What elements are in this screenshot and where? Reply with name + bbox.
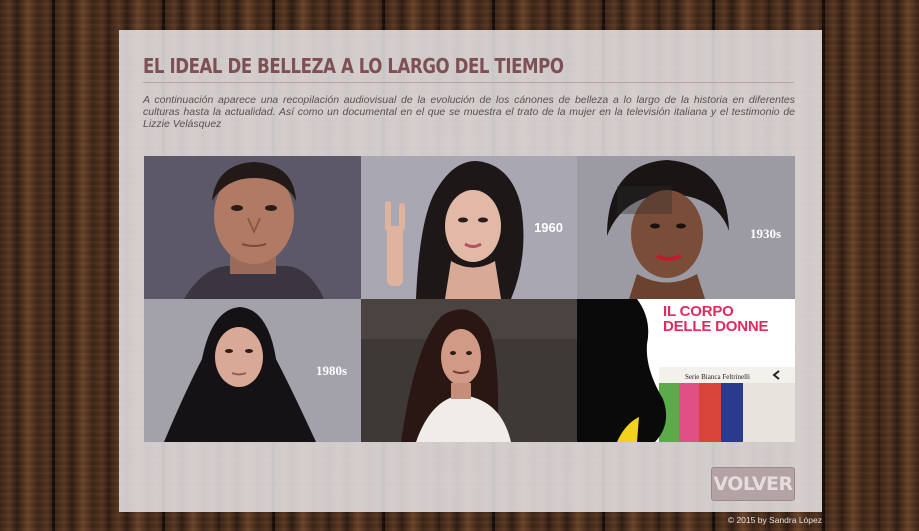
book-title: IL CORPO DELLE DONNE [663, 303, 769, 335]
book-title-line-1: IL CORPO [663, 303, 734, 320]
title-divider [143, 82, 794, 83]
footer-credit: © 2015 by Sandra López [727, 515, 822, 525]
gallery-item-il-corpo-delle-donne[interactable]: IL CORPO DELLE DONNE Serie Bianca Feltri… [577, 299, 795, 442]
gallery-item-man-portrait[interactable] [144, 156, 361, 299]
page-title: EL IDEAL DE BELLEZA A LO LARGO DEL TIEMP… [143, 54, 564, 78]
era-label-1930s: 1930s [749, 226, 781, 241]
book-title-line-2: DELLE DONNE [663, 318, 769, 335]
gallery-item-1980s[interactable]: 1980s [144, 299, 361, 442]
gallery-item-1930s[interactable]: 1930s [577, 156, 795, 299]
gallery-item-1960[interactable]: 1960 [361, 156, 577, 299]
era-label-1980s: 1980s [315, 363, 347, 378]
lizzie-velasquez-image [361, 299, 577, 442]
video-gallery: 1960 1930s 1980s IL CORPO DELLE DONNE Se… [144, 156, 795, 442]
book-series: Serie Bianca Feltrinelli [685, 373, 750, 381]
era-label-1960: 1960 [534, 220, 563, 235]
back-button[interactable]: VOLVER [711, 467, 795, 501]
gallery-item-lizzie-velasquez[interactable] [361, 299, 577, 442]
man-portrait-image [144, 156, 361, 299]
intro-text: A continuación aparece una recopilación … [143, 94, 795, 130]
